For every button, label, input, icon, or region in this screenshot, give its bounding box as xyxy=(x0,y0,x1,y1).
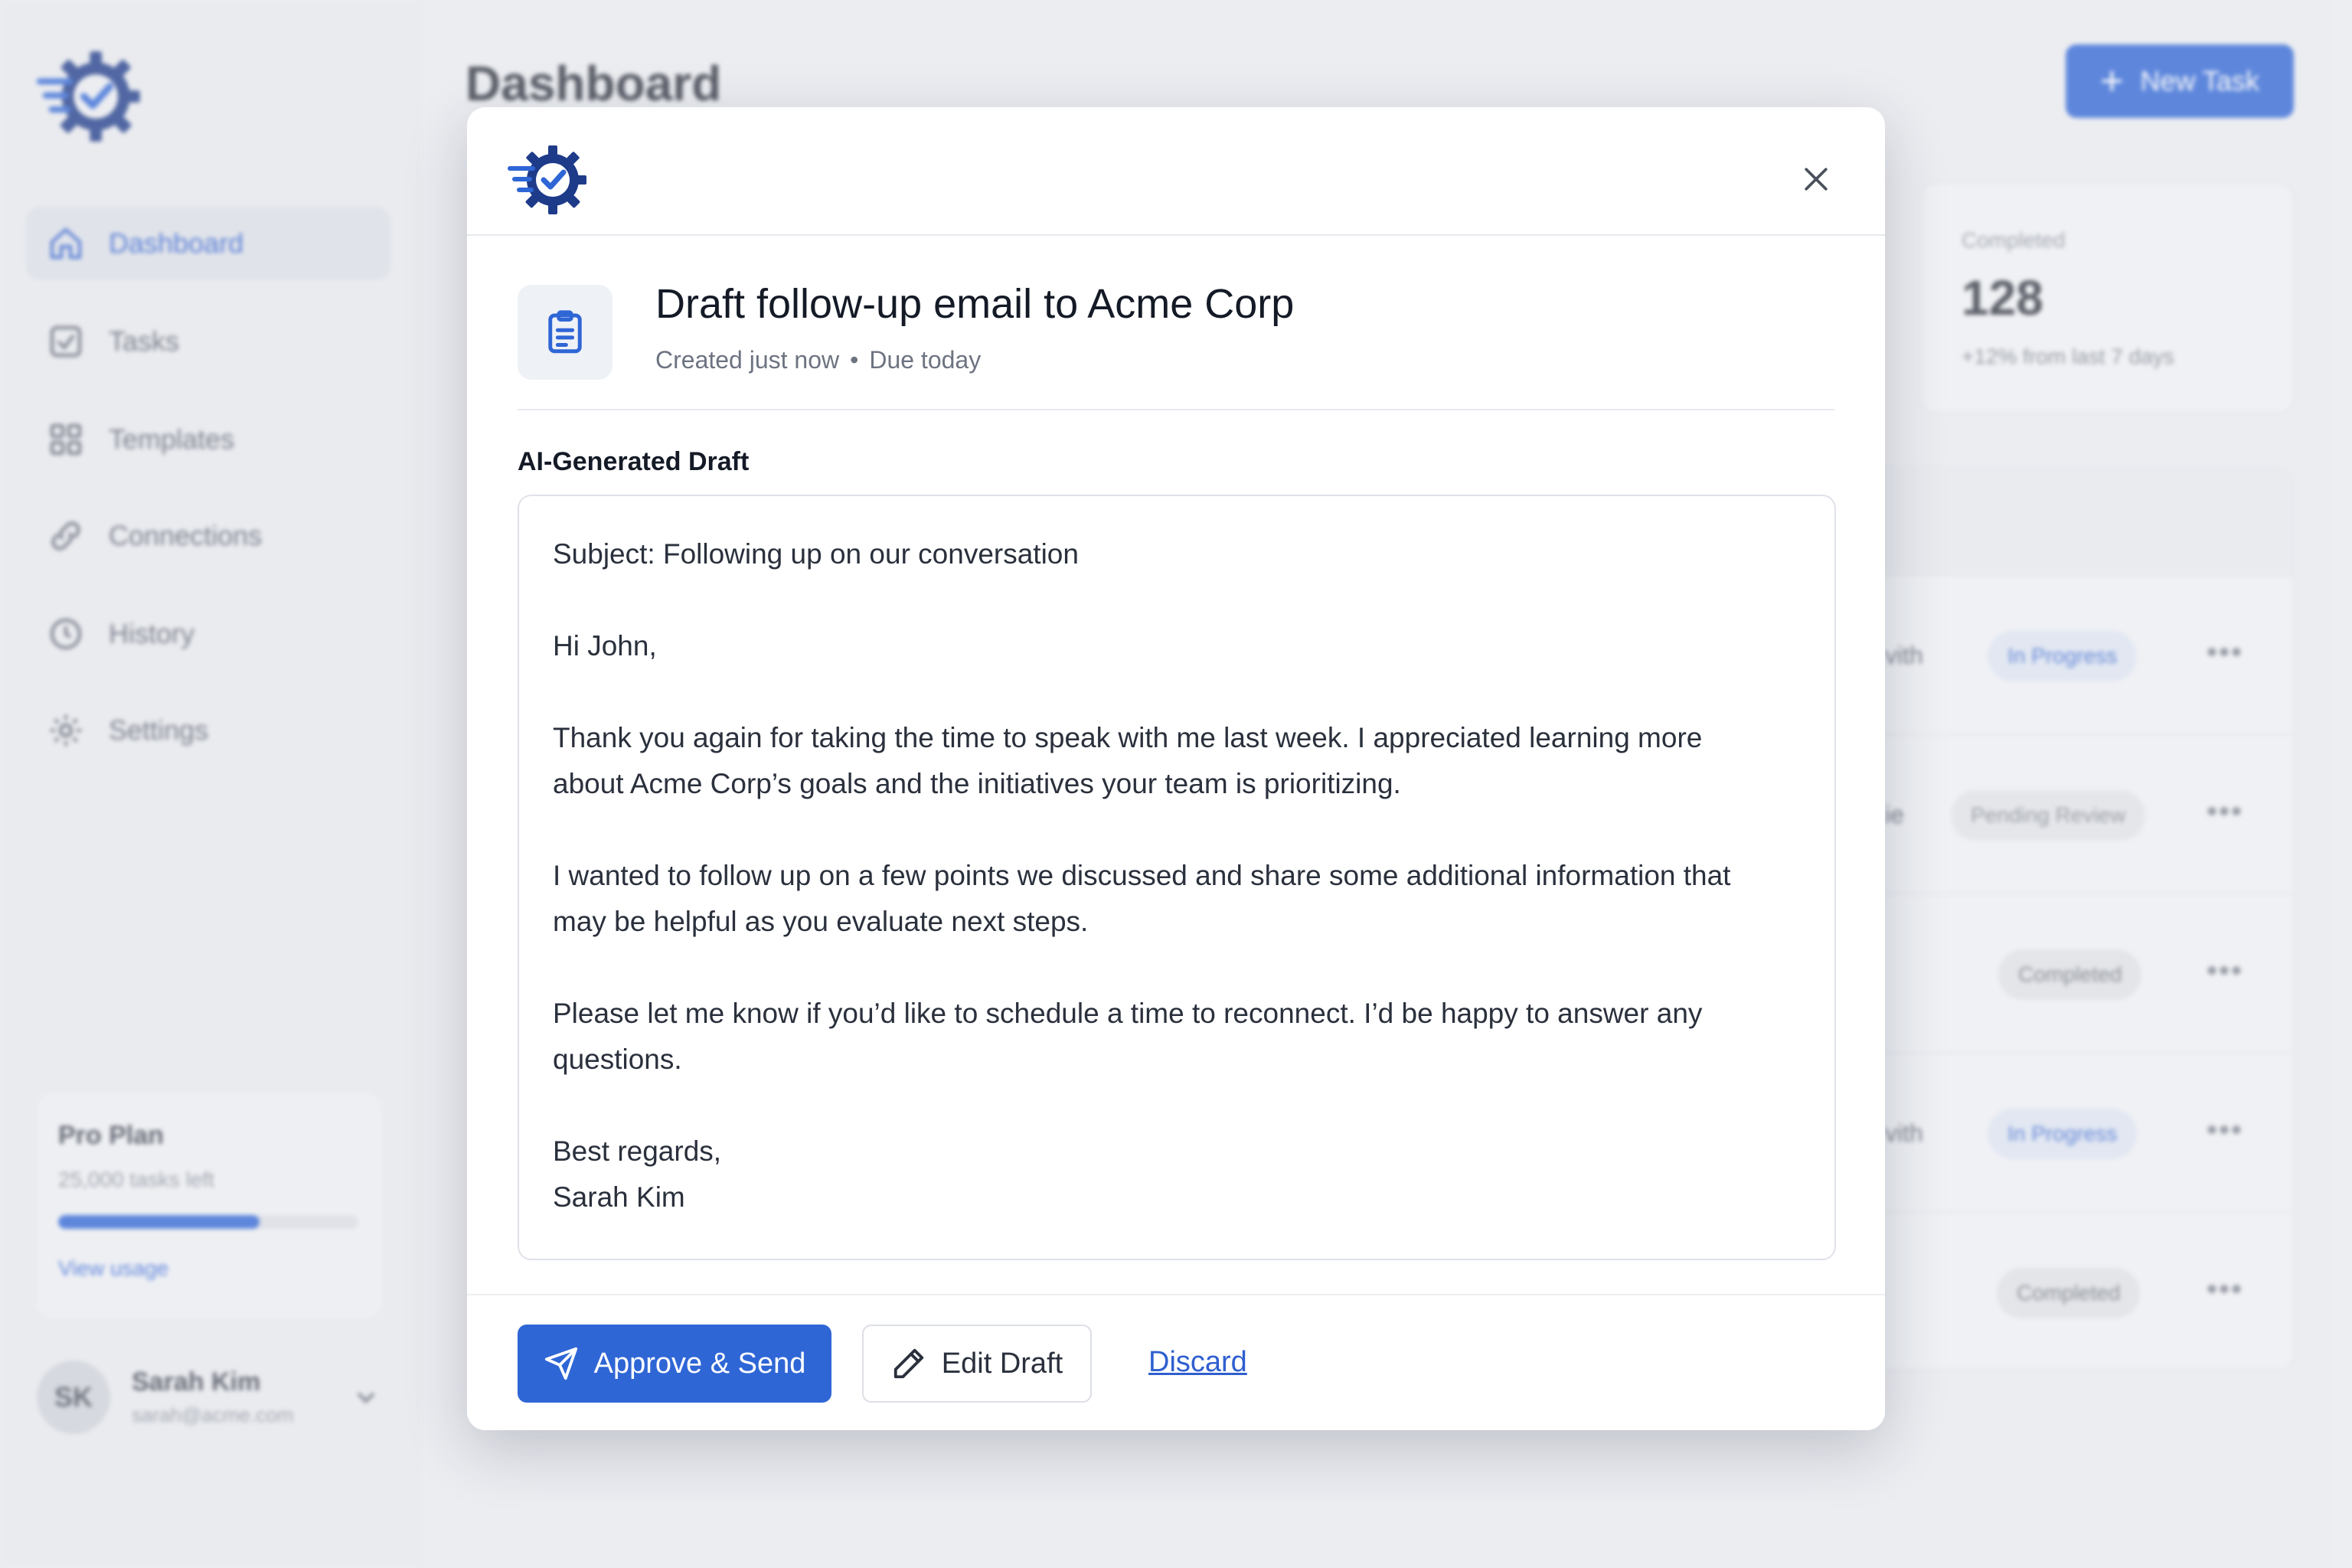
task-draft-modal: Draft follow-up email to Acme Corp Creat… xyxy=(467,107,1885,1430)
divider xyxy=(518,409,1834,410)
approve-send-label: Approve & Send xyxy=(593,1347,806,1380)
draft-signature: Sarah Kim xyxy=(553,1181,685,1213)
draft-label: AI-Generated Draft xyxy=(518,447,750,476)
created-time: Created just now xyxy=(655,346,840,374)
task-title: Draft follow-up email to Acme Corp xyxy=(655,281,1295,327)
pencil-icon xyxy=(893,1348,923,1379)
draft-closing: Best regards, xyxy=(553,1135,722,1167)
close-icon xyxy=(1805,168,1828,191)
draft-subject: Subject: Following up on our conversatio… xyxy=(553,538,1079,570)
edit-draft-button[interactable]: Edit Draft xyxy=(862,1325,1092,1403)
task-icon-box xyxy=(518,285,612,380)
approve-send-button[interactable]: Approve & Send xyxy=(518,1325,831,1403)
modal-footer: Approve & Send Edit Draft Discard xyxy=(467,1294,1885,1430)
draft-paragraph: I wanted to follow up on a few points we… xyxy=(553,860,1731,937)
edit-draft-label: Edit Draft xyxy=(941,1347,1063,1380)
task-meta: Created just now • Due today xyxy=(655,346,981,374)
draft-content[interactable]: Subject: Following up on our conversatio… xyxy=(518,495,1836,1260)
modal-header xyxy=(467,107,1885,236)
clipboard-icon xyxy=(548,310,582,354)
close-button[interactable] xyxy=(1792,155,1841,204)
send-icon xyxy=(544,1347,577,1380)
discard-link[interactable]: Discard xyxy=(1148,1346,1247,1379)
draft-greeting: Hi John, xyxy=(553,630,657,662)
draft-paragraph: Please let me know if you’d like to sche… xyxy=(553,998,1703,1075)
due-date: Due today xyxy=(869,346,982,374)
draft-paragraph: Thank you again for taking the time to s… xyxy=(553,722,1703,799)
app-logo-icon xyxy=(508,145,586,214)
meta-separator: • xyxy=(850,346,859,374)
